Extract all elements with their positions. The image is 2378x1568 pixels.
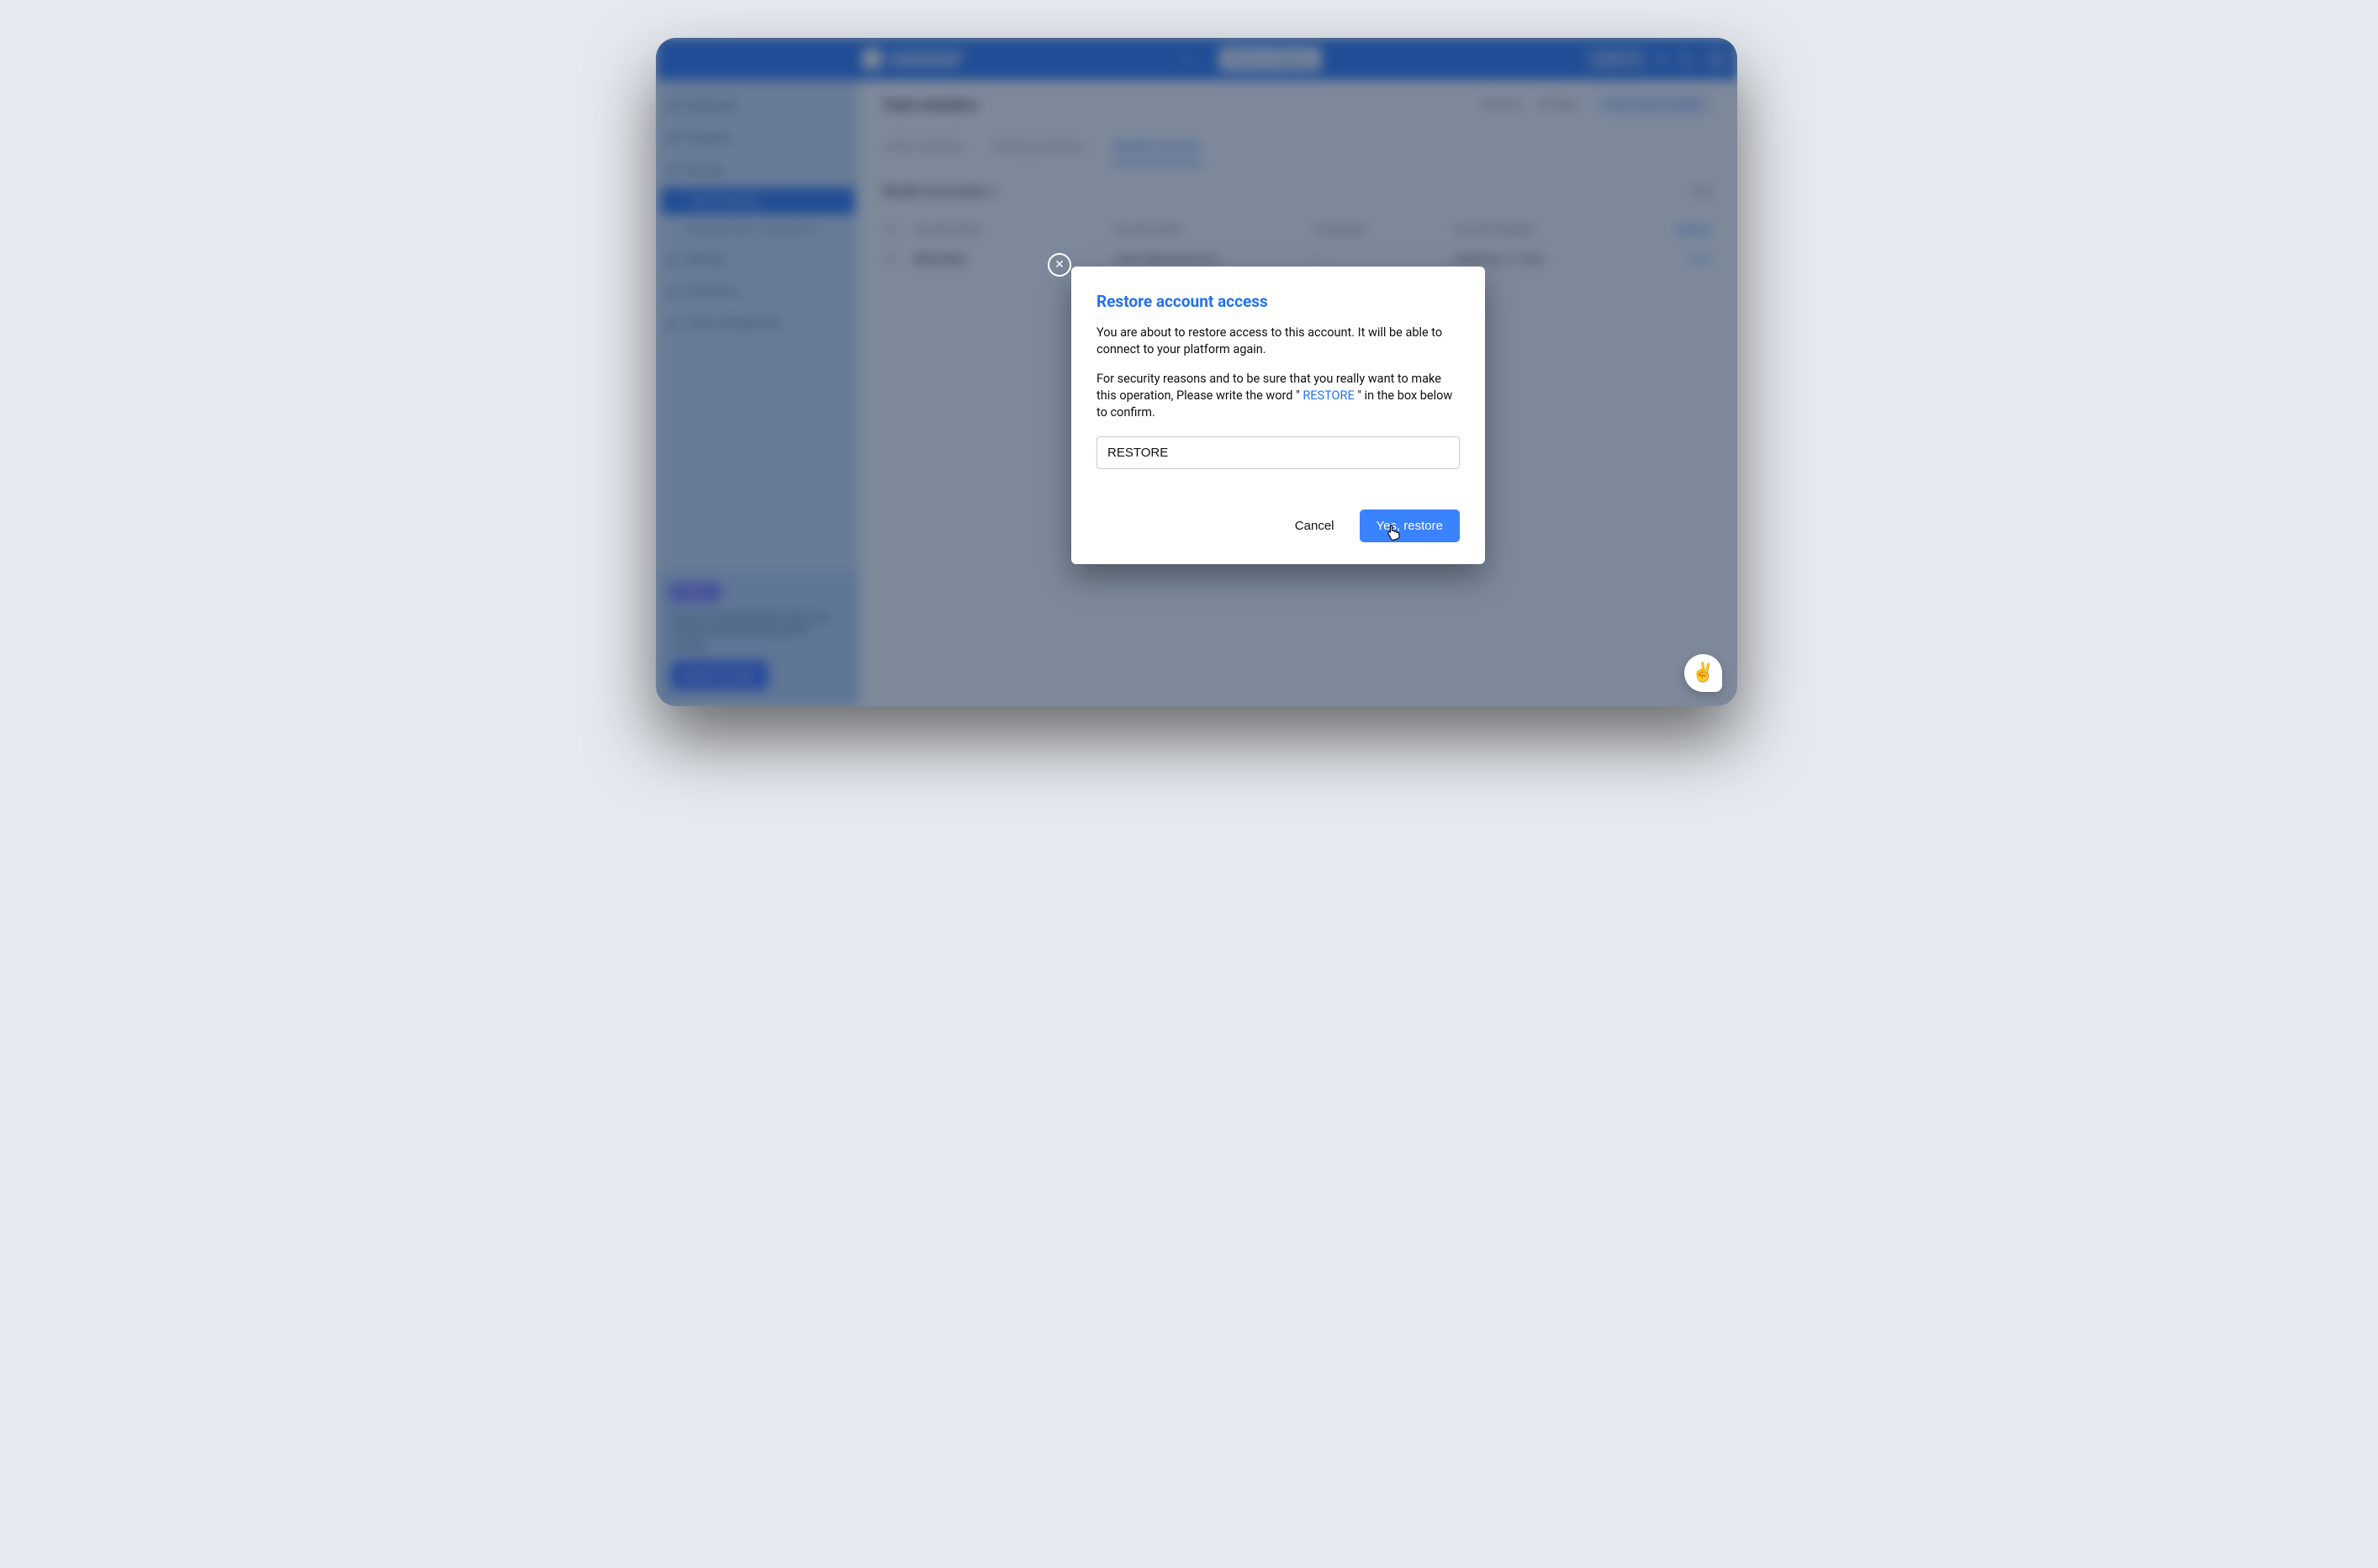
chat-widget-button[interactable]: ✌️ — [1684, 654, 1722, 692]
modal-description-2: For security reasons and to be sure that… — [1097, 371, 1460, 422]
cancel-button[interactable]: Cancel — [1290, 518, 1340, 534]
yes-restore-button[interactable]: Yes, restore — [1360, 509, 1461, 542]
restore-access-modal: ✕ Restore account access You are about t… — [1071, 267, 1485, 564]
restore-keyword: RESTORE — [1303, 388, 1354, 403]
confirm-keyword-input[interactable] — [1097, 436, 1460, 469]
modal-description-1: You are about to restore access to this … — [1097, 325, 1460, 359]
close-icon[interactable]: ✕ — [1048, 253, 1071, 277]
peace-emoji-icon: ✌️ — [1692, 663, 1715, 684]
modal-title: Restore account access — [1097, 292, 1460, 311]
